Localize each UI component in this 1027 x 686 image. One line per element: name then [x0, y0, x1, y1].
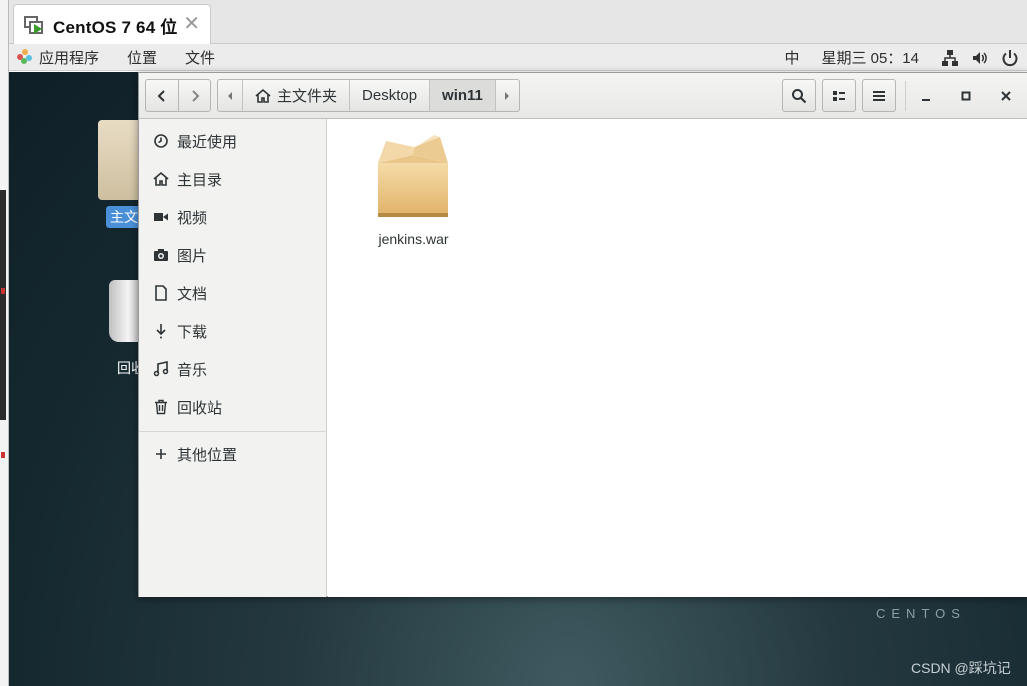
power-icon[interactable]: [1001, 49, 1019, 67]
input-method-indicator[interactable]: 中: [784, 47, 799, 68]
menu-applications[interactable]: 应用程序: [39, 47, 99, 68]
sidebar-item-label: 音乐: [177, 361, 208, 379]
trash-icon: [153, 399, 169, 415]
header-bar: 主文件夹 Desktop win11: [139, 73, 1027, 119]
arrow-right-icon: [505, 91, 510, 100]
sidebar-item-label: 最近使用: [177, 133, 238, 151]
sidebar-item-videos[interactable]: 视频: [139, 198, 327, 236]
maximize-icon: [961, 91, 971, 101]
sidebar-item-label: 文档: [177, 285, 208, 303]
sidebar-item-pictures[interactable]: 图片: [139, 236, 327, 274]
path-segment-current-label: win11: [442, 87, 483, 104]
sidebar-separator: [139, 431, 327, 432]
path-scroll-left[interactable]: [218, 80, 242, 111]
sidebar-item-downloads[interactable]: 下载: [139, 312, 327, 350]
network-icon[interactable]: [941, 49, 959, 67]
nav-buttons: [145, 79, 211, 112]
minimize-button[interactable]: [916, 86, 936, 106]
back-button[interactable]: [146, 80, 178, 111]
clock-icon: [153, 133, 169, 149]
view-mode-button[interactable]: [822, 79, 856, 112]
home-icon: [153, 171, 169, 187]
watermark: CSDN @踩坑记: [911, 660, 1011, 676]
close-button[interactable]: [996, 86, 1016, 106]
download-icon: [153, 323, 169, 339]
camera-icon: [153, 247, 169, 263]
clock[interactable]: 星期三 05：14: [821, 47, 919, 68]
vm-tab-bar: CentOS 7 64 位 ✕: [9, 0, 1027, 45]
chevron-left-icon: [157, 89, 165, 102]
path-segment-home[interactable]: 主文件夹: [242, 80, 349, 111]
path-scroll-right[interactable]: [494, 80, 519, 111]
arrow-left-icon: [228, 91, 232, 100]
document-icon: [153, 285, 169, 301]
sidebar-item-label: 图片: [177, 247, 208, 265]
file-item[interactable]: jenkins.war: [366, 133, 461, 253]
path-bar: 主文件夹 Desktop win11: [217, 79, 520, 112]
sidebar-item-label: 主目录: [177, 171, 223, 189]
file-name: jenkins.war: [378, 231, 449, 247]
maximize-button[interactable]: [956, 86, 976, 106]
forward-button[interactable]: [178, 80, 210, 111]
hamburger-icon: [873, 90, 885, 101]
search-icon: [792, 88, 807, 103]
sidebar: 最近使用 主目录 视频 图片 文档 下载 音乐 回收站 其他位置: [139, 119, 327, 597]
minimize-icon: [922, 99, 930, 101]
vm-tab-title: CentOS 7 64 位: [53, 17, 178, 37]
menu-files[interactable]: 文件: [185, 47, 215, 68]
sidebar-item-home[interactable]: 主目录: [139, 160, 327, 198]
sidebar-item-label: 其他位置: [177, 446, 238, 464]
close-icon[interactable]: ✕: [183, 14, 200, 34]
path-segment-home-label: 主文件夹: [277, 88, 338, 105]
vm-icon: [24, 16, 44, 34]
sidebar-item-trash[interactable]: 回收站: [139, 388, 327, 426]
gnome-top-bar: 应用程序 位置 文件 中 星期三 05：14: [9, 44, 1027, 71]
package-icon: [378, 135, 448, 217]
sidebar-item-documents[interactable]: 文档: [139, 274, 327, 312]
path-segment-desktop-label: Desktop: [362, 87, 418, 104]
host-app-edge: [0, 0, 9, 686]
sidebar-item-recent[interactable]: 最近使用: [139, 122, 327, 160]
music-icon: [153, 361, 169, 377]
sidebar-item-music[interactable]: 音乐: [139, 350, 327, 388]
chevron-right-icon: [191, 89, 199, 102]
menu-button[interactable]: [862, 79, 896, 112]
sidebar-item-label: 视频: [177, 209, 208, 227]
menu-places[interactable]: 位置: [127, 47, 157, 68]
sidebar-item-label: 回收站: [177, 399, 223, 417]
list-view-icon: [833, 90, 845, 101]
header-separator: [905, 81, 906, 111]
file-manager-window: 主文件夹 Desktop win11 最近使用 主目录 视频 图片 文档 下载 …: [138, 72, 1027, 597]
volume-icon[interactable]: [971, 49, 989, 67]
applications-icon: [17, 49, 33, 65]
search-button[interactable]: [782, 79, 816, 112]
vm-tab[interactable]: CentOS 7 64 位 ✕: [13, 4, 211, 45]
centos-brand: CENTOS: [876, 606, 966, 621]
home-icon: [255, 88, 271, 103]
sidebar-item-other-locations[interactable]: 其他位置: [139, 435, 327, 473]
close-icon: [1001, 91, 1011, 101]
file-view: jenkins.war: [328, 119, 1027, 597]
path-segment-desktop[interactable]: Desktop: [349, 80, 429, 111]
plus-icon: [153, 446, 169, 462]
sidebar-item-label: 下载: [177, 323, 208, 341]
path-segment-current[interactable]: win11: [429, 80, 495, 111]
video-icon: [153, 209, 169, 225]
